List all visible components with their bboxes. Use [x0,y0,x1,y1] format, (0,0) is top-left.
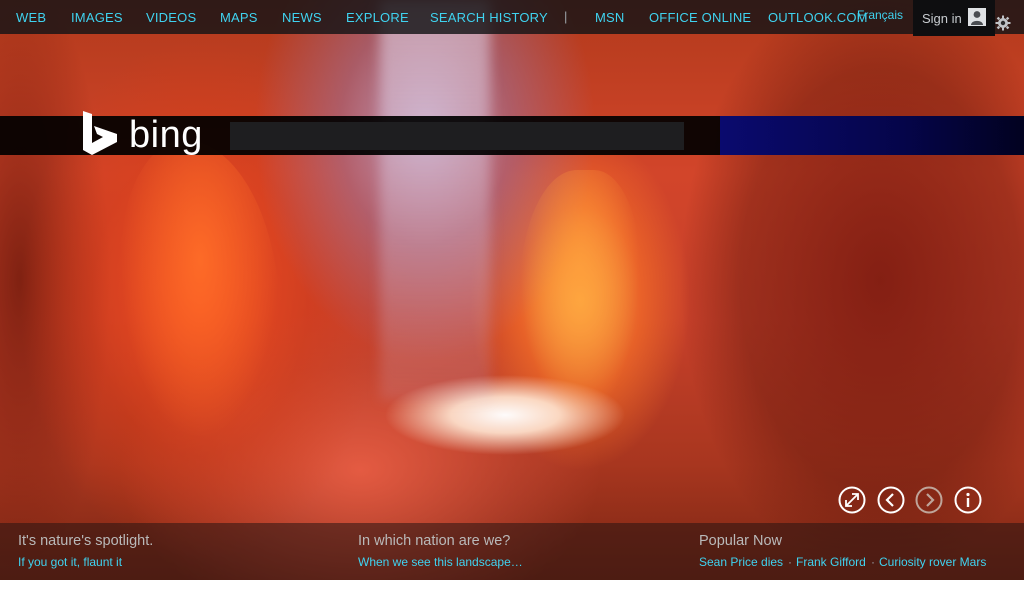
nav-news[interactable]: NEWS [282,10,322,25]
caption-bar: It's nature's spotlight. If you got it, … [0,523,1024,580]
nav-office-online[interactable]: OFFICE ONLINE [649,10,751,25]
nav-web[interactable]: WEB [16,10,46,25]
background-image [0,0,1024,580]
nav-outlook[interactable]: OUTLOOK.COM [768,10,868,25]
top-nav-bar: WEB IMAGES VIDEOS MAPS NEWS EXPLORE SEAR… [0,0,1024,36]
popular-now-title: Popular Now [699,533,783,549]
bing-wordmark: bing [129,114,203,156]
popular-separator-1: · [788,555,792,569]
nav-search-history[interactable]: SEARCH HISTORY [430,10,548,25]
canyon-pillar [520,170,640,420]
popular-link-2[interactable]: Frank Gifford [796,555,866,569]
caption-title-left: It's nature's spotlight. [18,533,154,549]
sign-in-label: Sign in [922,11,962,26]
caption-title-middle: In which nation are we? [358,533,511,549]
caption-link-left[interactable]: If you got it, flaunt it [18,555,122,569]
nav-videos[interactable]: VIDEOS [146,10,196,25]
search-input[interactable] [230,122,684,150]
chevron-right-icon[interactable] [915,486,943,514]
nav-explore[interactable]: EXPLORE [346,10,409,25]
caption-link-middle[interactable]: When we see this landscape… [358,555,523,569]
bing-homepage: WEB IMAGES VIDEOS MAPS NEWS EXPLORE SEAR… [0,0,1024,592]
language-link[interactable]: Français [857,8,903,22]
nav-divider: | [564,9,568,24]
bing-logo[interactable]: bing [81,110,211,156]
sign-in-button[interactable]: Sign in [913,0,995,36]
popular-link-3[interactable]: Curiosity rover Mars [879,555,986,569]
nav-maps[interactable]: MAPS [220,10,258,25]
user-icon [968,8,986,26]
light-beam [380,0,490,400]
popular-separator-2: · [871,555,875,569]
expand-icon[interactable] [838,486,866,514]
gear-icon[interactable] [995,15,1011,31]
search-band-accent [720,116,1024,155]
nav-images[interactable]: IMAGES [71,10,123,25]
canyon-wall-left [120,140,280,440]
bing-b-icon [83,111,117,155]
info-icon[interactable] [954,486,982,514]
chevron-left-icon[interactable] [877,486,905,514]
nav-msn[interactable]: MSN [595,10,625,25]
popular-link-1[interactable]: Sean Price dies [699,555,783,569]
